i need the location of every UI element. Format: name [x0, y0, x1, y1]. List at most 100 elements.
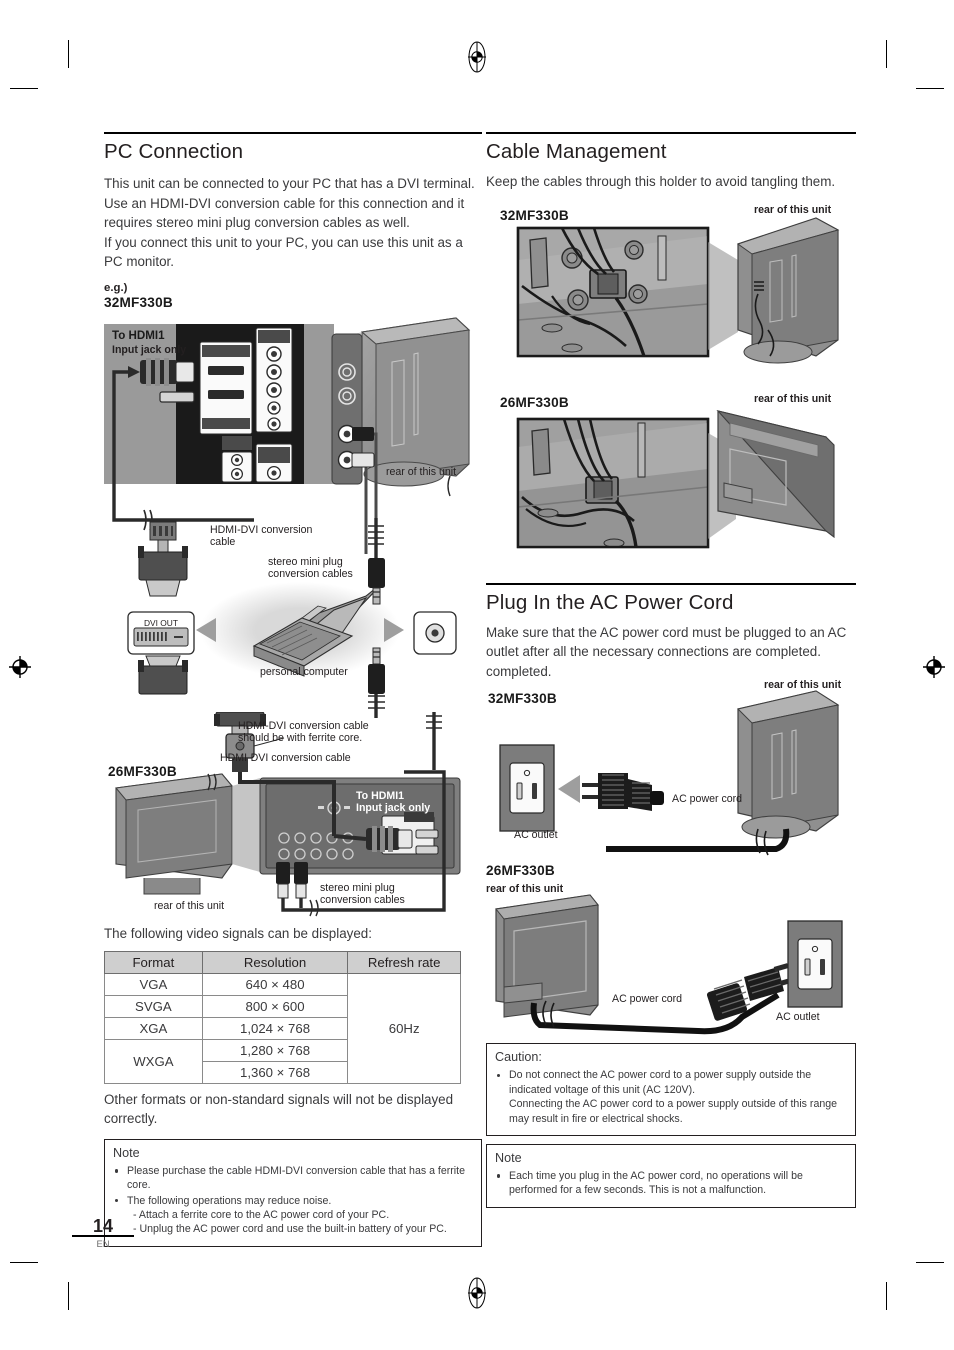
registration-target-bottom: [468, 1277, 486, 1309]
note-item-sub: - Attach a ferrite core to the AC power …: [133, 1208, 390, 1221]
ac-power-cord-label-26: AC power cord: [612, 993, 683, 1006]
cell-refresh-rate: 60Hz: [347, 972, 461, 1084]
hdmi-dvi-cable-label-line1: HDMI-DVI conversion: [210, 523, 313, 536]
note-item-text: The following operations may reduce nois…: [127, 1194, 332, 1207]
caution-item-text: Do not connect the AC power cord to a po…: [509, 1069, 812, 1096]
arrow-plug-to-outlet: [558, 775, 580, 804]
model-label-32-cable-mgmt: 32MF330B: [500, 207, 569, 223]
page-title-pc-connection: PC Connection: [104, 132, 482, 167]
other-formats-note: Other formats or non-standard signals wi…: [104, 1091, 454, 1127]
table-header-row: Format Resolution Refresh rate: [104, 950, 461, 974]
pc-cables-diagram: HDMI-DVI conversion cable stereo mini pl…: [104, 517, 482, 718]
note-box-left: Note Please purchase the cable HDMI-DVI …: [104, 1138, 482, 1247]
cell-format-wxga: WXGA: [104, 1038, 203, 1084]
cable-management-intro: Keep the cables through this holder to a…: [486, 174, 836, 189]
cable-mgmt-26-svg: [516, 409, 835, 548]
registration-target-top: [468, 41, 486, 73]
bullet-icon: [497, 1073, 501, 1078]
page-footer: 14 EN: [72, 1216, 134, 1249]
registration-target-right: [923, 656, 945, 678]
ac-outlet-label-26: AC outlet: [776, 1011, 820, 1024]
crop-mark-left-bottom: [10, 1262, 38, 1263]
rear-of-unit-label-cable-26: rear of this unit: [754, 392, 832, 405]
left-column: PC Connection This unit can be connected…: [104, 132, 482, 1247]
to-hdmi1-label-line1: To HDMI1: [112, 328, 165, 342]
rear-of-unit-label-power-26: rear of this unit: [486, 883, 564, 896]
model-label-26mf330b: 26MF330B: [108, 763, 177, 779]
note-box-right: Note Each time you plug in the AC power …: [486, 1144, 856, 1208]
note-box-right-list: Each time you plug in the AC power cord,…: [495, 1169, 847, 1198]
note-item: Please purchase the cable HDMI-DVI conve…: [113, 1164, 473, 1193]
bullet-icon: [115, 1169, 119, 1173]
note-item-sub: - Unplug the AC power cord and use the b…: [133, 1223, 447, 1236]
model-label-26-cable-mgmt: 26MF330B: [500, 394, 569, 410]
rear-of-unit-label-cable-32: rear of this unit: [754, 203, 832, 216]
model-label-32-power: 32MF330B: [488, 691, 557, 707]
page-title-cable-management: Cable Management: [486, 132, 856, 167]
cable-mgmt-32-svg: [516, 216, 840, 364]
page-number: 14: [92, 1216, 114, 1236]
caution-item: Do not connect the AC power cord to a po…: [495, 1068, 847, 1126]
crop-mark-left-top: [10, 88, 38, 89]
bullet-icon: [115, 1198, 119, 1203]
cell-resolution-wxga-2: 1,360 × 768: [201, 1060, 349, 1084]
rear-of-unit-label-26: rear of this unit: [154, 899, 225, 912]
pc-connection-intro: This unit can be connected to your PC th…: [104, 176, 475, 270]
crop-mark-top-left: [68, 40, 69, 68]
page-title-plug-in-ac-power-cord: Plug In the AC Power Cord: [486, 582, 856, 618]
table-row: VGA 640 × 480 60Hz: [104, 972, 461, 1084]
th-resolution: Resolution: [201, 950, 349, 974]
cell-resolution-xga: 1,024 × 768: [201, 1016, 349, 1040]
hdmi-dvi-cable-label-line2: cable: [210, 535, 236, 548]
to-hdmi1-label-26-line1: To HDMI1: [356, 789, 405, 802]
power-diagram-26: 26MF330B rear of this unit AC power cord…: [486, 863, 856, 1041]
cell-format-vga: VGA: [104, 972, 203, 996]
to-hdmi1-label-26-line2: Input jack only: [356, 801, 431, 814]
th-refresh-rate: Refresh rate: [347, 950, 461, 974]
note-item-text: Each time you plug in the AC power cord,…: [509, 1170, 803, 1197]
personal-computer-label: personal computer: [260, 665, 348, 678]
crop-mark-right-bottom: [916, 1262, 944, 1263]
stereo-mini-plug-label-26-line2: conversion cables: [320, 893, 405, 906]
ac-power-cord-label-32: AC power cord: [672, 793, 743, 806]
note-item: Each time you plug in the AC power cord,…: [495, 1169, 847, 1198]
signals-intro: The following video signals can be displ…: [104, 925, 372, 941]
dvi-out-port-label: DVI OUT: [144, 617, 178, 628]
crop-mark-right-top: [916, 88, 944, 89]
pc-connection-diagram-26mf330b: 26MF330B HDMI-DVI conversion cable shoul…: [104, 711, 482, 922]
note-item: The following operations may reduce nois…: [113, 1194, 473, 1237]
registration-target-left: [9, 656, 31, 678]
caution-box-title: Caution:: [495, 1050, 542, 1065]
example-label: e.g.): [104, 281, 128, 294]
ac-plug-illustration: [582, 773, 664, 812]
ac-outlet-label-32: AC outlet: [514, 829, 558, 842]
cable-management-diagram-32: 32MF330B rear of this unit: [486, 200, 856, 385]
caution-box: Caution: Do not connect the AC power cor…: [486, 1043, 856, 1136]
cell-resolution-vga: 640 × 480: [201, 972, 349, 996]
to-hdmi1-label-line2: Input jack only: [112, 343, 187, 356]
crop-mark-top-right: [886, 40, 887, 68]
caution-box-list: Do not connect the AC power cord to a po…: [495, 1068, 847, 1126]
stereo-mini-plug-label-line1: stereo mini plug: [268, 555, 343, 568]
cable-management-diagram-26: 26MF330B rear of this unit: [486, 391, 856, 571]
page-language-code: EN: [96, 1238, 110, 1249]
video-signals-table: Format Resolution Refresh rate VGA 640 ×…: [104, 950, 461, 1084]
hdmi-dvi-connector-stack: [138, 521, 188, 695]
power-intro: Make sure that the AC power cord must be…: [486, 624, 847, 679]
crop-mark-bottom-right: [886, 1282, 887, 1310]
crop-mark-bottom-left: [68, 1282, 69, 1310]
note-box-left-list: Please purchase the cable HDMI-DVI conve…: [113, 1164, 473, 1237]
rear-of-unit-label-power-32: rear of this unit: [764, 679, 842, 692]
stereo-mini-plug-label-line2: conversion cables: [268, 567, 353, 580]
tv-26-rear-illustration: [115, 773, 260, 895]
stereo-mini-plug-label-26-line1: stereo mini plug: [320, 881, 395, 894]
right-column: Cable Management Keep the cables through…: [486, 132, 856, 1208]
cell-format-svga: SVGA: [104, 994, 203, 1018]
cell-resolution-svga: 800 × 600: [201, 994, 349, 1018]
bullet-icon: [497, 1174, 501, 1178]
ferrite-note-line2: should be with ferrite core.: [238, 731, 363, 744]
ferrite-note-line1: HDMI-DVI conversion cable: [238, 719, 369, 732]
power-diagram-32: 32MF330B rear of this unit AC power cord…: [486, 679, 856, 867]
cell-resolution-wxga-1: 1,280 × 768: [201, 1038, 349, 1062]
note-box-left-title: Note: [113, 1145, 140, 1160]
